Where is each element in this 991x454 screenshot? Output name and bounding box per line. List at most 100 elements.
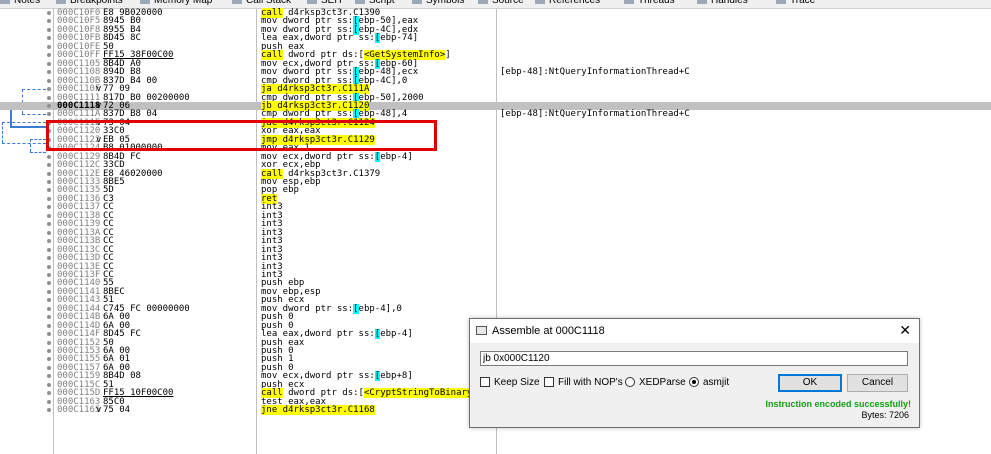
breakpoint-dot-icon[interactable] (47, 27, 51, 32)
radio-circle[interactable] (625, 377, 635, 388)
breakpoint-dot-icon[interactable] (47, 180, 51, 184)
instruction-row[interactable]: 000C10F8 8955 B4 mov dword ptr ss:[ebp-4C]… (0, 24, 991, 35)
instruction-row[interactable]: 000C112E E8 46020000 call d4rksp3ct3r.C137… (0, 168, 991, 179)
breakpoint-dot-icon[interactable] (47, 264, 51, 269)
breakpoint-dot-icon[interactable] (47, 399, 51, 404)
breakpoint-dot-icon[interactable] (47, 163, 51, 168)
checkbox-box[interactable] (480, 377, 490, 388)
asmjit-radio[interactable]: asmjit (689, 377, 729, 389)
xedparse-radio[interactable]: XEDParse (625, 377, 686, 389)
notes-icon (0, 0, 10, 5)
tab-handles[interactable]: Handles (697, 0, 748, 8)
breakpoint-dot-icon[interactable] (47, 11, 51, 15)
breakpoint-dot-icon[interactable] (47, 171, 51, 176)
breakpoint-dot-icon[interactable] (47, 247, 51, 252)
fill-nops-checkbox[interactable]: Fill with NOP's (544, 377, 623, 389)
instruction-row[interactable]: 000C1111 817D B0 00200000 cmp dword ptr ss… (0, 92, 991, 103)
instruction-row[interactable]: 000C1129 8B4D FC mov ecx,dword ptr ss:[ebp… (0, 151, 991, 162)
keep-size-label: Keep Size (494, 377, 540, 388)
breakpoint-dot-icon[interactable] (47, 103, 51, 108)
tab-references[interactable]: References (535, 0, 600, 8)
tab-threads[interactable]: Threads (624, 0, 675, 8)
instruction-row[interactable]: 000C111A 837D B8 04 cmp dword ptr ss:[ebp-… (0, 109, 991, 120)
cancel-button[interactable]: Cancel (847, 374, 908, 392)
breakpoint-dot-icon[interactable] (47, 205, 51, 210)
instruction-row[interactable]: 000C1135 5D pop ebp (0, 186, 991, 195)
breakpoint-dot-icon[interactable] (47, 78, 51, 83)
instruction-row[interactable]: 000C10FB 8D45 8C lea eax,dword ptr ss:[ebp… (0, 33, 991, 44)
tab-script[interactable]: Script (355, 0, 395, 8)
instruction-row[interactable]: 000C1139 CC int3 (0, 220, 991, 229)
instruction-row[interactable]: 000C113A CC int3 (0, 228, 991, 237)
breakpoint-dot-icon[interactable] (47, 382, 51, 387)
tab-source[interactable]: Source (478, 0, 524, 8)
assemble-input[interactable] (480, 351, 908, 366)
tab-call-stack[interactable]: Call Stack (232, 0, 291, 8)
breakpoint-dot-icon[interactable] (47, 340, 51, 345)
breakpoint-dot-icon[interactable] (47, 365, 51, 370)
breakpoint-dot-icon[interactable] (47, 332, 51, 337)
breakpoint-dot-icon[interactable] (47, 196, 51, 201)
instruction-row[interactable]: 000C1144 C745 FC 00000000 mov dword ptr ss… (0, 303, 991, 314)
breakpoint-dot-icon[interactable] (47, 44, 51, 49)
instruction-row[interactable]: 000C1133 8BE5 mov esp,ebp (0, 177, 991, 187)
tab-memory-map[interactable]: Memory Map (140, 0, 212, 8)
instruction-row[interactable]: 000C1137 CC int3 (0, 203, 991, 212)
breakpoint-dot-icon[interactable] (47, 357, 51, 362)
instruction-row[interactable]: 000C1136 C3 ret (0, 193, 991, 204)
tab-trace[interactable]: Trace (776, 0, 815, 8)
breakpoint-dot-icon[interactable] (47, 323, 51, 328)
instruction-row[interactable]: 000C113E CC int3 (0, 262, 991, 271)
breakpoint-dot-icon[interactable] (47, 281, 51, 286)
dialog-titlebar[interactable]: Assemble at 000C1118 ✕ (470, 319, 919, 343)
breakpoint-dot-icon[interactable] (47, 230, 51, 235)
breakpoint-dot-icon[interactable] (47, 188, 51, 193)
breakpoint-icon (56, 0, 66, 5)
breakpoint-dot-icon[interactable] (47, 239, 51, 244)
breakpoint-dot-icon[interactable] (47, 298, 51, 303)
breakpoint-dot-icon[interactable] (47, 112, 51, 117)
bytes-count: Bytes: 7206 (861, 410, 909, 420)
tab-notes[interactable]: Notes (0, 0, 40, 8)
breakpoint-dot-icon[interactable] (47, 36, 51, 41)
breakpoint-dot-icon[interactable] (47, 256, 51, 261)
breakpoint-dot-icon[interactable] (47, 306, 51, 311)
breakpoint-dot-icon[interactable] (47, 272, 51, 277)
breakpoint-dot-icon[interactable] (47, 289, 51, 294)
breakpoint-dot-icon[interactable] (47, 61, 51, 66)
instruction-row[interactable]: 000C113F CC int3 (0, 270, 991, 280)
ok-button[interactable]: OK (778, 374, 842, 392)
instruction-row[interactable]: 000C1105 8B4D A0 mov ecx,dword ptr ss:[ebp… (0, 58, 991, 69)
instruction-row[interactable]: 000C10FF FF15 38F00C00 call dword ptr ds:[… (0, 50, 991, 61)
breakpoint-dot-icon[interactable] (47, 374, 51, 379)
tab-symbols[interactable]: Symbols (412, 0, 464, 8)
instruction-row[interactable]: 000C10F5 8945 B0 mov dword ptr ss:[ebp-50]… (0, 16, 991, 27)
instruction-row[interactable]: 000C1138 CC int3 (0, 211, 991, 221)
highlight-annotation-box (46, 120, 437, 151)
close-icon[interactable]: ✕ (899, 322, 911, 339)
breakpoint-dot-icon[interactable] (47, 222, 51, 227)
breakpoint-dot-icon[interactable] (47, 95, 51, 100)
instruction-row[interactable]: 000C110B 837D B4 00 cmp dword ptr ss:[ebp-… (0, 75, 991, 86)
instruction-row[interactable]: 000C113C CC int3 (0, 245, 991, 254)
instruction-row[interactable]: 000C113D CC int3 (0, 253, 991, 263)
breakpoint-dot-icon[interactable] (47, 315, 51, 320)
breakpoint-dot-icon[interactable] (47, 87, 51, 92)
breakpoint-dot-icon[interactable] (47, 408, 51, 413)
instruction-row[interactable]: 000C113B CC int3 (0, 236, 991, 246)
checkbox-box[interactable] (544, 377, 554, 388)
breakpoint-dot-icon[interactable] (47, 349, 51, 353)
breakpoint-dot-icon[interactable] (47, 53, 51, 58)
breakpoint-dot-icon[interactable] (47, 154, 51, 159)
instruction-row[interactable]: 000C1141 8BEC mov ebp,esp (0, 287, 991, 297)
instruction-row[interactable]: 000C10F0 E8 9B020000 call d4rksp3ct3r.C139… (0, 8, 991, 18)
tab-breakpoints[interactable]: Breakpoints (56, 0, 123, 8)
instruction-row[interactable]: 000C1140 55 push ebp (0, 279, 991, 288)
radio-circle-selected[interactable] (689, 377, 699, 388)
keep-size-checkbox[interactable]: Keep Size (480, 377, 540, 389)
breakpoint-dot-icon[interactable] (47, 391, 51, 396)
breakpoint-dot-icon[interactable] (47, 213, 51, 218)
breakpoint-dot-icon[interactable] (47, 19, 51, 24)
tab-seh[interactable]: SEH (307, 0, 342, 8)
breakpoint-dot-icon[interactable] (47, 70, 51, 75)
